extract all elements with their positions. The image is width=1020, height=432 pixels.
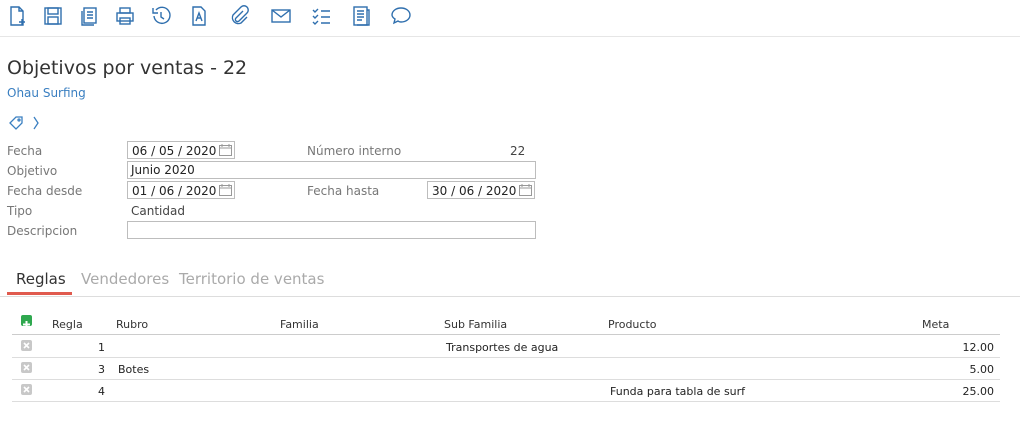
tag-icon[interactable] [9, 116, 23, 130]
col-familia: Familia [280, 318, 319, 331]
descripcion-input[interactable] [127, 221, 536, 239]
cell-meta: 25.00 [962, 385, 995, 398]
col-meta: Meta [922, 318, 950, 331]
delete-row-icon[interactable] [21, 362, 32, 373]
calendar-icon[interactable] [519, 184, 532, 196]
objetivo-input[interactable]: Junio 2020 [127, 161, 536, 179]
toolbar [0, 0, 1020, 37]
save-icon[interactable] [42, 5, 64, 27]
col-producto: Producto [608, 318, 657, 331]
table-row: 3 Botes 5.00 [12, 357, 1000, 380]
fecha-desde-input[interactable]: 01 / 06 / 2020 [127, 181, 235, 199]
add-row-icon[interactable] [21, 315, 32, 328]
page-title: Objetivos por ventas - 22 [7, 57, 248, 79]
copy-icon[interactable] [78, 5, 100, 27]
tab-vendedores[interactable]: Vendedores [81, 270, 169, 288]
col-regla: Regla [52, 318, 83, 331]
fecha-hasta-value: 30 / 06 / 2020 [432, 184, 517, 198]
col-subfamilia: Sub Familia [444, 318, 508, 331]
calendar-icon[interactable] [219, 184, 232, 196]
table-row: 4 Funda para tabla de surf 25.00 [12, 379, 1000, 402]
numero-interno-value: 22 [510, 144, 526, 158]
col-rubro: Rubro [116, 318, 149, 331]
cell-rubro: Botes [118, 363, 150, 376]
table-row: 1 Transportes de agua 12.00 [12, 335, 1000, 358]
cell-regla: 3 [98, 363, 105, 376]
fecha-input[interactable]: 06 / 05 / 2020 [127, 141, 235, 159]
tipo-label: Tipo [7, 204, 33, 218]
history-icon[interactable] [150, 5, 172, 27]
grid-header: Regla Rubro Familia Sub Familia Producto… [12, 312, 1000, 335]
numero-interno-label: Número interno [307, 144, 402, 158]
tab-territorio-de-ventas[interactable]: Territorio de ventas [179, 270, 324, 288]
fecha-desde-label: Fecha desde [7, 184, 83, 198]
comment-icon[interactable] [390, 5, 412, 27]
delete-row-icon[interactable] [21, 384, 32, 395]
fecha-value: 06 / 05 / 2020 [132, 144, 217, 158]
tab-bar: Reglas Vendedores Territorio de ventas [0, 262, 1020, 297]
checklist-icon[interactable] [310, 5, 332, 27]
attachment-icon[interactable] [228, 5, 250, 27]
email-icon[interactable] [270, 5, 292, 27]
cell-producto: Funda para tabla de surf [610, 385, 746, 398]
cell-regla: 1 [98, 341, 105, 354]
fecha-label: Fecha [7, 144, 43, 158]
fecha-hasta-label: Fecha hasta [307, 184, 380, 198]
objetivo-label: Objetivo [7, 164, 58, 178]
new-document-icon[interactable] [6, 5, 28, 27]
cell-meta: 12.00 [962, 341, 995, 354]
chevron-right-icon[interactable] [33, 116, 39, 130]
active-tab-indicator [7, 292, 72, 295]
fecha-hasta-input[interactable]: 30 / 06 / 2020 [427, 181, 535, 199]
report-icon[interactable] [350, 5, 372, 27]
tipo-value: Cantidad [131, 204, 185, 218]
cell-meta: 5.00 [969, 363, 995, 376]
print-icon[interactable] [114, 5, 136, 27]
cell-regla: 4 [98, 385, 105, 398]
fecha-desde-value: 01 / 06 / 2020 [132, 184, 217, 198]
company-link[interactable]: Ohau Surfing [7, 86, 86, 100]
text-document-icon[interactable] [188, 5, 210, 27]
calendar-icon[interactable] [219, 144, 232, 156]
cell-subfamilia: Transportes de agua [446, 341, 559, 354]
tab-reglas[interactable]: Reglas [16, 270, 66, 288]
tag-row [8, 114, 42, 132]
delete-row-icon[interactable] [21, 340, 32, 351]
descripcion-label: Descripcion [7, 224, 78, 238]
